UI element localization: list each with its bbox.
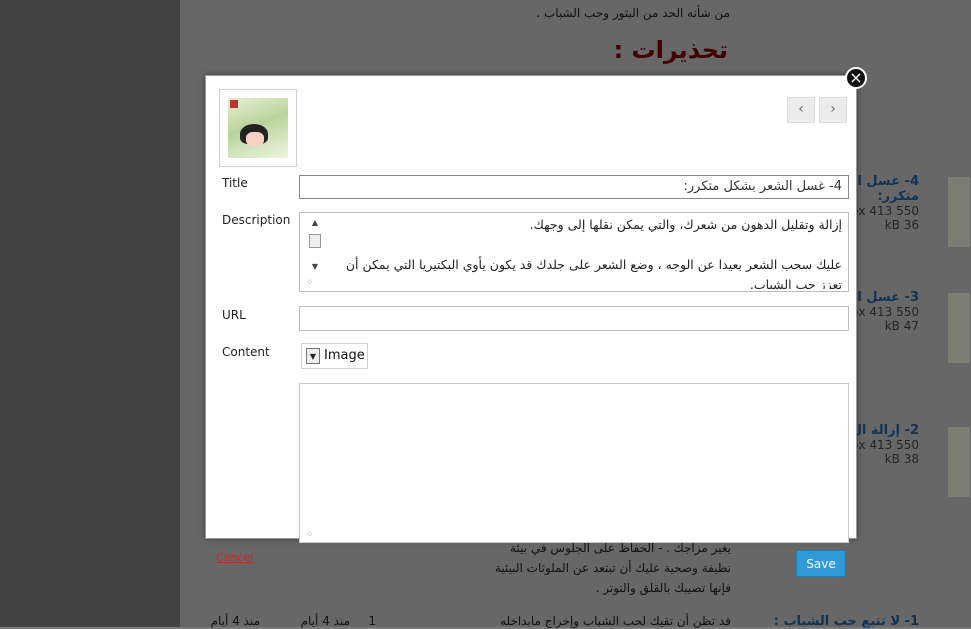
title-label: Title [222, 176, 248, 190]
prev-button[interactable]: ‹ [787, 97, 815, 123]
description-scrollbar[interactable]: ▲ ▼ [308, 216, 322, 274]
description-text: إزالة وتقليل الدهون من شعرك، والتي يمكن … [345, 217, 842, 289]
scroll-thumb[interactable] [309, 234, 321, 248]
image-preview [219, 89, 297, 167]
save-button[interactable]: Save [796, 550, 846, 577]
chevron-down-icon[interactable]: ▼ [306, 348, 320, 364]
description-label: Description [222, 213, 291, 227]
content-type-select[interactable]: ▼ Image [301, 343, 368, 369]
preview-image [228, 98, 288, 158]
scroll-down-icon[interactable]: ▼ [308, 260, 322, 274]
logo-icon [230, 100, 238, 108]
edit-item-dialog: ‹ › Title 4- غسل الشعر بشكل متكرر: Descr… [205, 75, 857, 543]
url-input[interactable] [299, 306, 849, 331]
description-textarea[interactable]: ▲ ▼ إزالة وتقليل الدهون من شعرك، والتي ي… [299, 212, 849, 292]
scroll-up-icon[interactable]: ▲ [308, 216, 322, 230]
resize-handle-icon[interactable]: ⁘ [306, 530, 314, 540]
content-type-value: Image [324, 348, 365, 363]
image-detail [246, 132, 264, 146]
content-textarea[interactable]: ⁘ [299, 383, 849, 543]
content-label: Content [222, 345, 270, 359]
title-input[interactable]: 4- غسل الشعر بشكل متكرر: [299, 175, 849, 199]
resize-handle-icon[interactable]: ⁘ [306, 278, 314, 288]
cancel-link[interactable]: Cancel [216, 551, 253, 564]
next-button[interactable]: › [819, 97, 847, 123]
close-icon[interactable]: × [845, 67, 867, 89]
url-label: URL [222, 308, 246, 322]
